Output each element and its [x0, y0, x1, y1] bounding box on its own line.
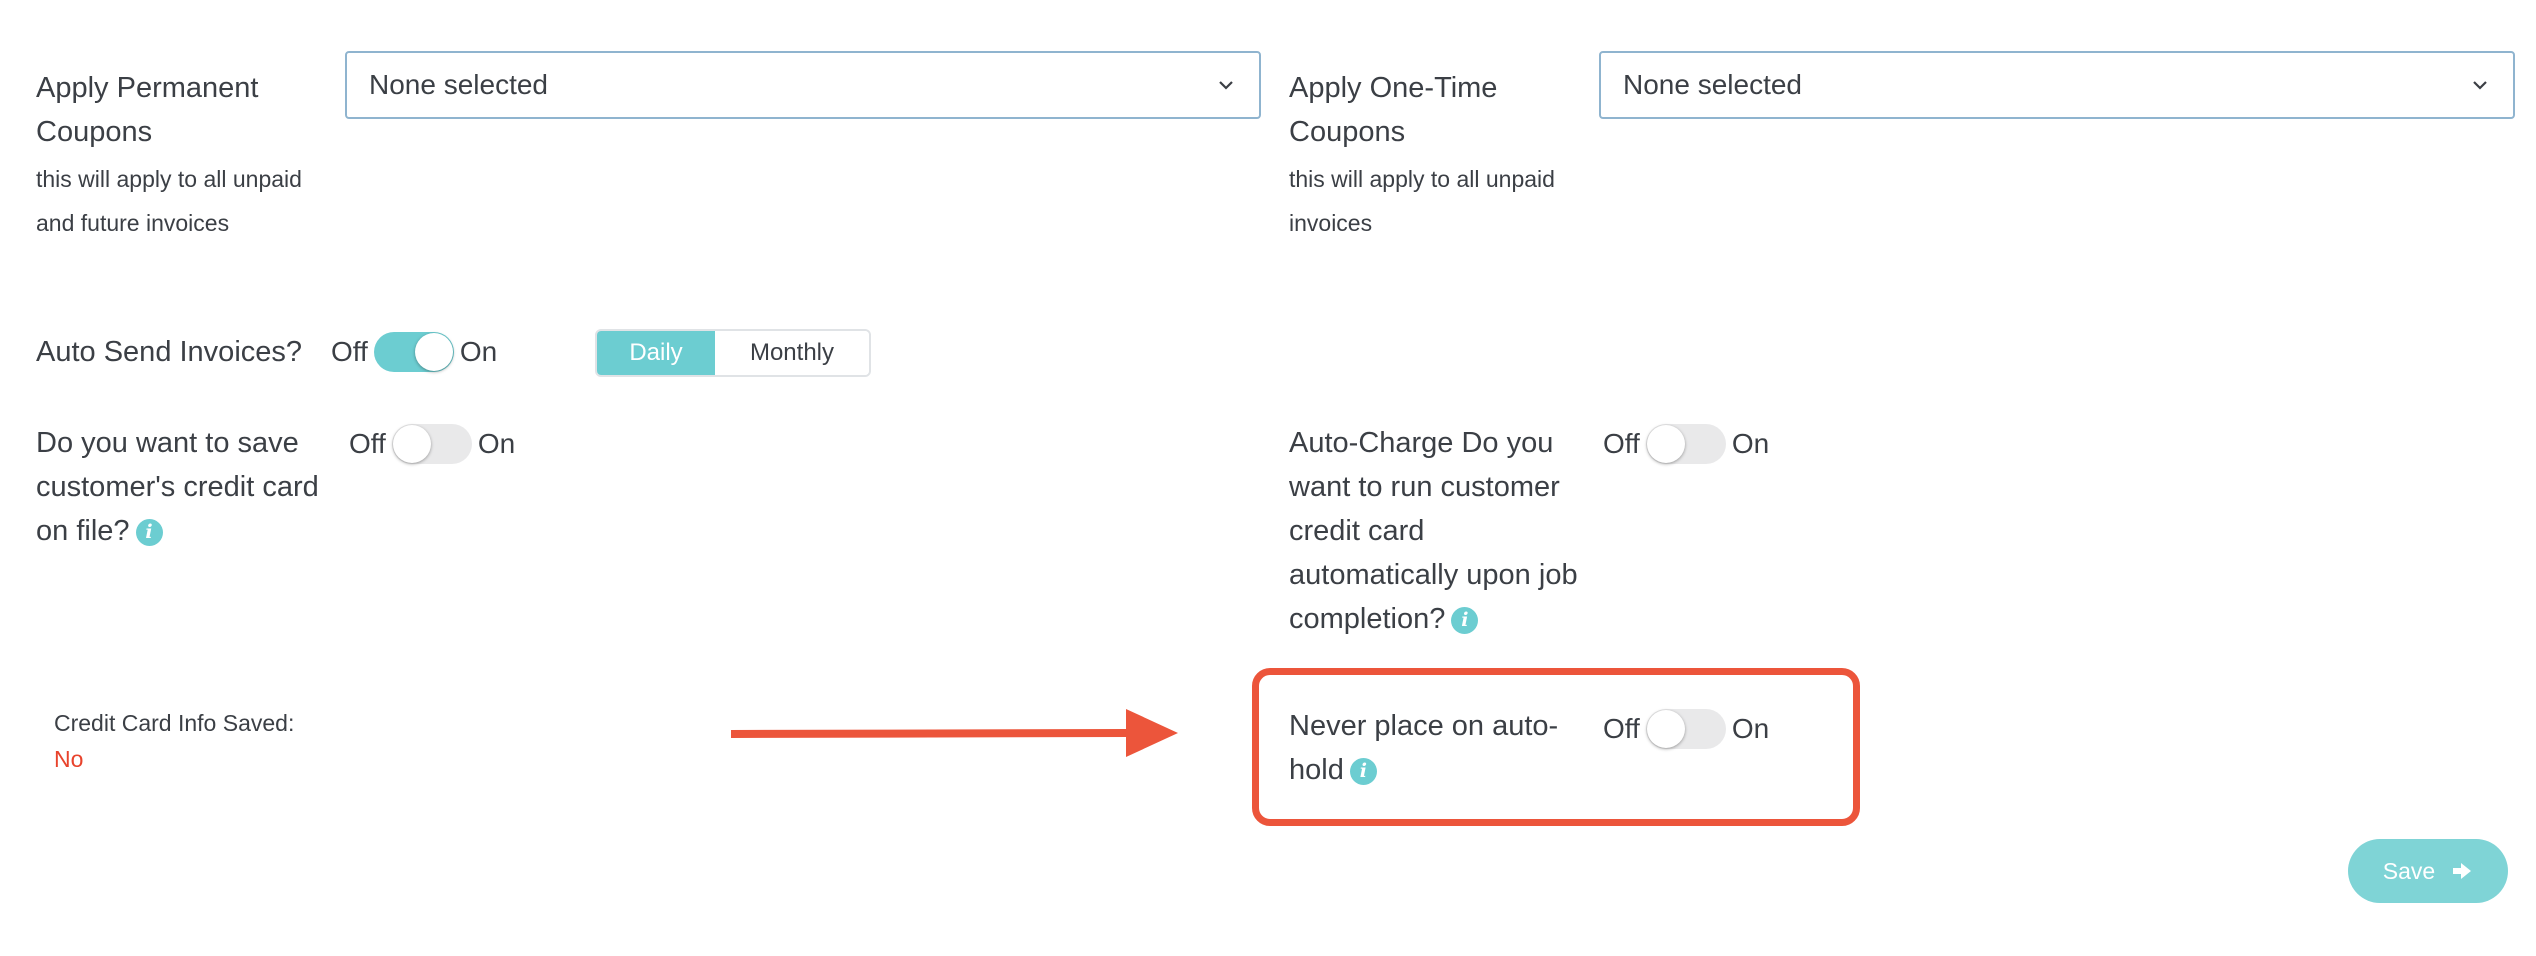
chevron-down-icon — [1219, 81, 1233, 90]
chevron-down-icon — [2473, 81, 2487, 90]
frequency-monthly-button[interactable]: Monthly — [715, 331, 869, 375]
toggle-on-label: On — [1731, 713, 1770, 744]
toggle-on-label: On — [477, 428, 516, 459]
auto-charge-label: Auto-Charge Do you want to run customer … — [1289, 421, 1579, 641]
auto-hold-toggle[interactable] — [1645, 709, 1726, 749]
permanent-coupons-label: Apply Permanent Coupons — [36, 72, 259, 148]
card-info-label: Credit Card Info Saved: — [54, 710, 295, 736]
save-button-label: Save — [2382, 857, 2436, 884]
info-icon[interactable]: i — [1451, 606, 1479, 634]
annotation-arrow — [730, 709, 1178, 757]
info-icon[interactable]: i — [135, 518, 163, 546]
save-card-toggle-group: Off On — [349, 423, 515, 465]
auto-send-toggle[interactable] — [373, 332, 454, 372]
info-icon[interactable]: i — [1349, 757, 1377, 785]
toggle-knob — [392, 425, 431, 463]
toggle-on-label: On — [1731, 428, 1770, 459]
frequency-segmented-control: Daily Monthly — [595, 329, 871, 377]
toggle-knob — [1646, 425, 1685, 463]
toggle-off-label: Off — [1603, 428, 1640, 459]
one-time-coupons-label: Apply One-Time Coupons — [1289, 72, 1498, 148]
auto-charge-toggle[interactable] — [1645, 424, 1726, 464]
permanent-coupons-select[interactable]: None selected — [345, 51, 1261, 119]
auto-charge-label-text: Auto-Charge Do you want to run customer … — [1289, 427, 1578, 635]
permanent-coupons-help: this will apply to all unpaid and future… — [36, 166, 302, 236]
auto-hold-label: Never place on auto-hold i — [1289, 704, 1579, 792]
card-info-value: No — [54, 746, 84, 772]
auto-send-toggle-group: Off On — [331, 331, 497, 373]
toggle-off-label: Off — [349, 428, 386, 459]
auto-send-label: Auto Send Invoices? — [36, 336, 303, 368]
save-card-toggle[interactable] — [391, 424, 472, 464]
save-card-label-text: Do you want to save customer's credit ca… — [36, 427, 319, 547]
toggle-on-label: On — [459, 336, 498, 367]
auto-hold-label-text: Never place on auto-hold — [1289, 710, 1559, 786]
toggle-off-label: Off — [1603, 713, 1640, 744]
auto-hold-toggle-group: Off On — [1603, 708, 1769, 750]
toggle-off-label: Off — [331, 336, 368, 367]
one-time-coupons-select[interactable]: None selected — [1599, 51, 2515, 119]
frequency-daily-button[interactable]: Daily — [597, 331, 715, 375]
one-time-coupons-select-value: None selected — [1623, 69, 1803, 100]
toggle-knob — [414, 333, 453, 371]
one-time-coupons-help: this will apply to all unpaid invoices — [1289, 166, 1555, 236]
permanent-coupons-select-value: None selected — [369, 69, 549, 100]
save-button[interactable]: Save — [2348, 839, 2508, 903]
toggle-knob — [1646, 710, 1685, 748]
auto-charge-toggle-group: Off On — [1603, 423, 1769, 465]
arrow-right-icon — [2453, 863, 2472, 879]
save-card-label: Do you want to save customer's credit ca… — [36, 421, 326, 553]
